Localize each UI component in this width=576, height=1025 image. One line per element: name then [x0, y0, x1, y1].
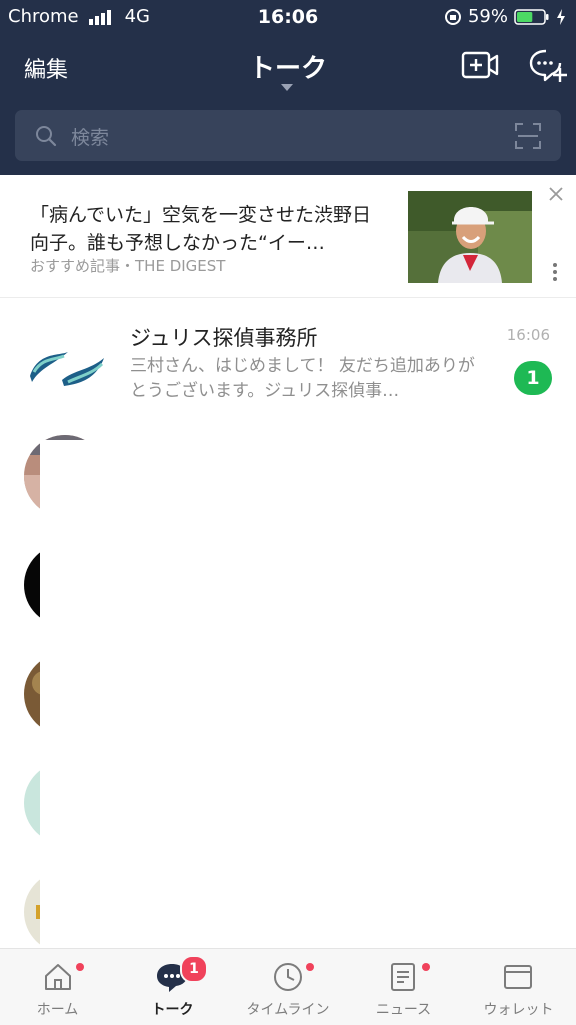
tab-news[interactable]: ニュース — [346, 949, 461, 1025]
avatar — [24, 322, 106, 404]
tab-label: トーク — [151, 1002, 194, 1018]
charging-icon — [557, 8, 565, 25]
status-right: 59% — [444, 6, 566, 27]
news-icon — [391, 963, 415, 991]
chat-preview: 三村さん、はじめまして！ 友だち追加ありがとうございます。ジュリス探偵事… — [130, 356, 475, 401]
wallet-icon — [504, 965, 532, 989]
clock-icon — [274, 963, 302, 991]
qr-scan-icon[interactable] — [515, 123, 541, 149]
search-placeholder[interactable]: 検索 — [71, 123, 109, 150]
redaction-mask — [40, 440, 576, 948]
search-icon — [36, 126, 57, 147]
video-add-icon[interactable] — [460, 48, 500, 82]
tab-home[interactable]: ホーム — [0, 949, 115, 1025]
battery-icon — [514, 8, 549, 25]
article-thumbnail[interactable] — [408, 191, 532, 283]
close-icon[interactable] — [547, 185, 565, 203]
unread-badge: 1 — [514, 361, 552, 395]
tab-wallet[interactable]: ウォレット — [461, 949, 576, 1025]
tab-bar: ホーム 1 トーク タイムライン ニュース ウォレット — [0, 948, 576, 1025]
tab-badge: 1 — [180, 955, 208, 983]
nav-bar: 編集 トーク — [0, 34, 576, 100]
chat-time: 16:06 — [506, 326, 550, 344]
article-source: おすすめ記事・THE DIGEST — [30, 257, 226, 275]
more-options-icon[interactable] — [553, 263, 557, 284]
notification-dot — [422, 963, 430, 971]
battery-percent: 59% — [467, 6, 508, 27]
chevron-down-icon[interactable] — [281, 84, 293, 91]
tab-label: タイムライン — [246, 1002, 330, 1018]
tab-talk[interactable]: 1 トーク — [115, 949, 230, 1025]
header: Chrome 4G 16:06 59% 編集 トーク 検索 — [0, 0, 576, 175]
search-bar[interactable]: 検索 — [15, 110, 561, 161]
tab-timeline[interactable]: タイムライン — [230, 949, 346, 1025]
new-chat-icon[interactable] — [528, 46, 568, 86]
orientation-lock-icon — [444, 8, 461, 25]
tab-label: ニュース — [375, 1002, 432, 1018]
article-headline[interactable]: 「病んでいた」空気を一変させた渋野日向子。誰も予想しなかった“イー… — [30, 201, 390, 257]
notification-dot — [76, 963, 84, 971]
tab-label: ウォレット — [483, 1002, 554, 1018]
home-icon — [45, 964, 71, 990]
recommended-article[interactable]: 「病んでいた」空気を一変させた渋野日向子。誰も予想しなかった“イー… おすすめ記… — [0, 175, 576, 298]
status-bar: Chrome 4G 16:06 59% — [0, 0, 576, 34]
notification-dot — [306, 963, 314, 971]
chat-name: ジュリス探偵事務所 — [130, 326, 318, 350]
tab-label: ホーム — [36, 1002, 79, 1018]
chat-list-item[interactable]: ジュリス探偵事務所 三村さん、はじめまして！ 友だち追加ありがとうございます。ジ… — [0, 300, 576, 409]
